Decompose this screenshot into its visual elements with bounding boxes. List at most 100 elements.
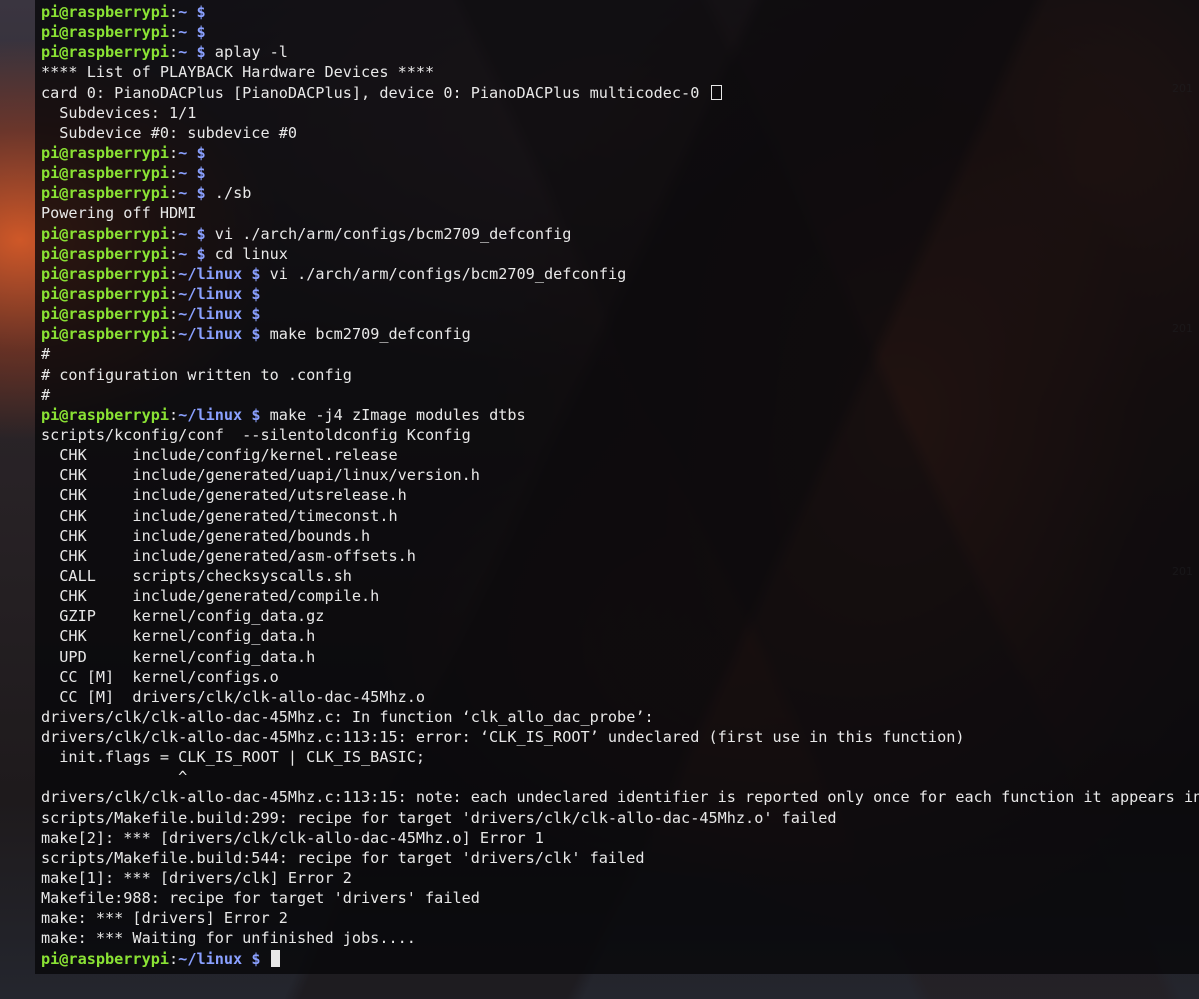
- prompt-separator: :: [169, 224, 179, 243]
- output-text: drivers/clk/clk-allo-dac-45Mhz.c: In fun…: [41, 707, 654, 726]
- output-line: scripts/Makefile.build:544: recipe for t…: [41, 848, 1199, 868]
- prompt-user-host: pi@raspberrypi: [41, 23, 170, 42]
- prompt-separator: :: [169, 949, 179, 968]
- output-text: #: [41, 385, 51, 404]
- output-text: Subdevices: 1/1: [41, 103, 197, 122]
- prompt-user-host: pi@raspberrypi: [41, 143, 170, 162]
- prompt-dollar: $: [196, 3, 206, 21]
- prompt-dollar: $: [251, 264, 261, 283]
- output-line: CHK kernel/config_data.h: [41, 626, 1199, 646]
- prompt-separator: :: [169, 23, 179, 42]
- output-text: CC [M] kernel/configs.o: [41, 667, 279, 686]
- output-line: init.flags = CLK_IS_ROOT | CLK_IS_BASIC;: [41, 747, 1199, 767]
- terminal-cursor: [270, 949, 280, 967]
- prompt-path: ~: [178, 164, 188, 183]
- output-line: CHK include/generated/utsrelease.h: [41, 485, 1199, 505]
- output-line: Subdevice #0: subdevice #0: [41, 123, 1199, 143]
- prompt-dollar: $: [251, 949, 261, 968]
- terminal-output[interactable]: pi@raspberrypi:~ $ pi@raspberrypi:~ $ pi@r…: [41, 2, 1199, 969]
- prompt-user-host: pi@raspberrypi: [41, 405, 170, 424]
- prompt-dollar: $: [196, 244, 206, 263]
- command-text: vi ./arch/arm/configs/bcm2709_defconfig: [214, 224, 572, 243]
- prompt-user-host: pi@raspberrypi: [41, 284, 170, 303]
- prompt-path: ~: [178, 23, 188, 42]
- output-text: make[1]: *** [drivers/clk] Error 2: [41, 869, 352, 888]
- prompt-user-host: pi@raspberrypi: [41, 305, 170, 324]
- prompt-path: ~: [178, 3, 188, 21]
- output-text: scripts/Makefile.build:544: recipe for t…: [41, 848, 645, 867]
- output-line: ^: [41, 767, 1199, 787]
- output-text: CHK include/generated/utsrelease.h: [41, 486, 407, 505]
- output-text: card 0: PianoDACPlus [PianoDACPlus], dev…: [41, 83, 709, 102]
- prompt-line: pi@raspberrypi:~/linux $: [41, 949, 1199, 969]
- prompt-separator: :: [169, 325, 179, 344]
- output-text: CHK kernel/config_data.h: [41, 627, 316, 646]
- prompt-separator: :: [169, 164, 179, 183]
- prompt-dollar: $: [196, 143, 206, 162]
- output-line: GZIP kernel/config_data.gz: [41, 606, 1199, 626]
- output-line: Subdevices: 1/1: [41, 103, 1199, 123]
- prompt-separator: :: [169, 405, 179, 424]
- prompt-user-host: pi@raspberrypi: [41, 244, 170, 263]
- command-text: ./sb: [214, 184, 252, 203]
- prompt-dollar: $: [196, 184, 206, 203]
- prompt-path: ~: [178, 43, 188, 62]
- output-line: CHK include/config/kernel.release: [41, 445, 1199, 465]
- output-text: drivers/clk/clk-allo-dac-45Mhz.c:113:15:…: [41, 728, 965, 747]
- output-line: CC [M] kernel/configs.o: [41, 667, 1199, 687]
- prompt-line: pi@raspberrypi:~/linux $ make -j4 zImage…: [41, 405, 1199, 425]
- output-text: CHK include/generated/bounds.h: [41, 526, 371, 545]
- output-line: CHK include/generated/timeconst.h: [41, 506, 1199, 526]
- output-text: make[2]: *** [drivers/clk/clk-allo-dac-4…: [41, 828, 544, 847]
- output-line: CHK include/generated/compile.h: [41, 586, 1199, 606]
- prompt-line: pi@raspberrypi:~ $ cd linux: [41, 244, 1199, 264]
- prompt-user-host: pi@raspberrypi: [41, 224, 170, 243]
- output-text: Powering off HDMI: [41, 204, 197, 223]
- prompt-user-host: pi@raspberrypi: [41, 264, 170, 283]
- prompt-line: pi@raspberrypi:~/linux $ make bcm2709_de…: [41, 324, 1199, 344]
- output-text: scripts/kconfig/conf --silentoldconfig K…: [41, 425, 471, 444]
- output-text: drivers/clk/clk-allo-dac-45Mhz.c:113:15:…: [41, 788, 1199, 807]
- prompt-line: pi@raspberrypi:~ $: [41, 22, 1199, 42]
- prompt-user-host: pi@raspberrypi: [41, 325, 170, 344]
- output-text: Subdevice #0: subdevice #0: [41, 123, 298, 142]
- output-line: make: *** Waiting for unfinished jobs...…: [41, 928, 1199, 948]
- output-text: CHK include/generated/timeconst.h: [41, 506, 398, 525]
- output-line: Makefile:988: recipe for target 'drivers…: [41, 888, 1199, 908]
- output-text: CHK include/config/kernel.release: [41, 446, 398, 465]
- output-line: make[2]: *** [drivers/clk/clk-allo-dac-4…: [41, 828, 1199, 848]
- output-line: CHK include/generated/uapi/linux/version…: [41, 465, 1199, 485]
- output-line: CALL scripts/checksyscalls.sh: [41, 566, 1199, 586]
- prompt-line: pi@raspberrypi:~ $ aplay -l: [41, 42, 1199, 62]
- output-line: #: [41, 344, 1199, 364]
- prompt-path: ~/linux: [178, 325, 243, 344]
- prompt-separator: :: [169, 244, 179, 263]
- output-line: CHK include/generated/asm-offsets.h: [41, 546, 1199, 566]
- output-line: CC [M] drivers/clk/clk-allo-dac-45Mhz.o: [41, 687, 1199, 707]
- prompt-line: pi@raspberrypi:~/linux $: [41, 304, 1199, 324]
- command-text: make bcm2709_defconfig: [269, 325, 471, 344]
- prompt-dollar: $: [251, 284, 261, 303]
- output-text: ^: [41, 768, 188, 787]
- prompt-user-host: pi@raspberrypi: [41, 164, 170, 183]
- output-line: UPD kernel/config_data.h: [41, 647, 1199, 667]
- output-text: CHK include/generated/uapi/linux/version…: [41, 466, 480, 485]
- prompt-path: ~: [178, 184, 188, 203]
- prompt-line: pi@raspberrypi:~ $ vi ./arch/arm/configs…: [41, 224, 1199, 244]
- output-line: make[1]: *** [drivers/clk] Error 2: [41, 868, 1199, 888]
- output-text: make: *** Waiting for unfinished jobs...…: [41, 929, 416, 948]
- output-line: make: *** [drivers] Error 2: [41, 908, 1199, 928]
- output-text: make: *** [drivers] Error 2: [41, 909, 288, 928]
- output-text: Makefile:988: recipe for target 'drivers…: [41, 889, 480, 908]
- output-line: CHK include/generated/bounds.h: [41, 526, 1199, 546]
- prompt-path: ~/linux: [178, 405, 243, 424]
- prompt-line: pi@raspberrypi:~ $: [41, 2, 1199, 22]
- prompt-path: ~: [178, 224, 188, 243]
- output-line: scripts/kconfig/conf --silentoldconfig K…: [41, 425, 1199, 445]
- prompt-separator: :: [169, 264, 179, 283]
- prompt-separator: :: [169, 184, 179, 203]
- output-line: drivers/clk/clk-allo-dac-45Mhz.c:113:15:…: [41, 787, 1199, 807]
- prompt-user-host: pi@raspberrypi: [41, 3, 170, 21]
- terminal-window[interactable]: pi@raspberrypi:~ $ pi@raspberrypi:~ $ pi@r…: [35, 0, 1199, 974]
- prompt-path: ~: [178, 143, 188, 162]
